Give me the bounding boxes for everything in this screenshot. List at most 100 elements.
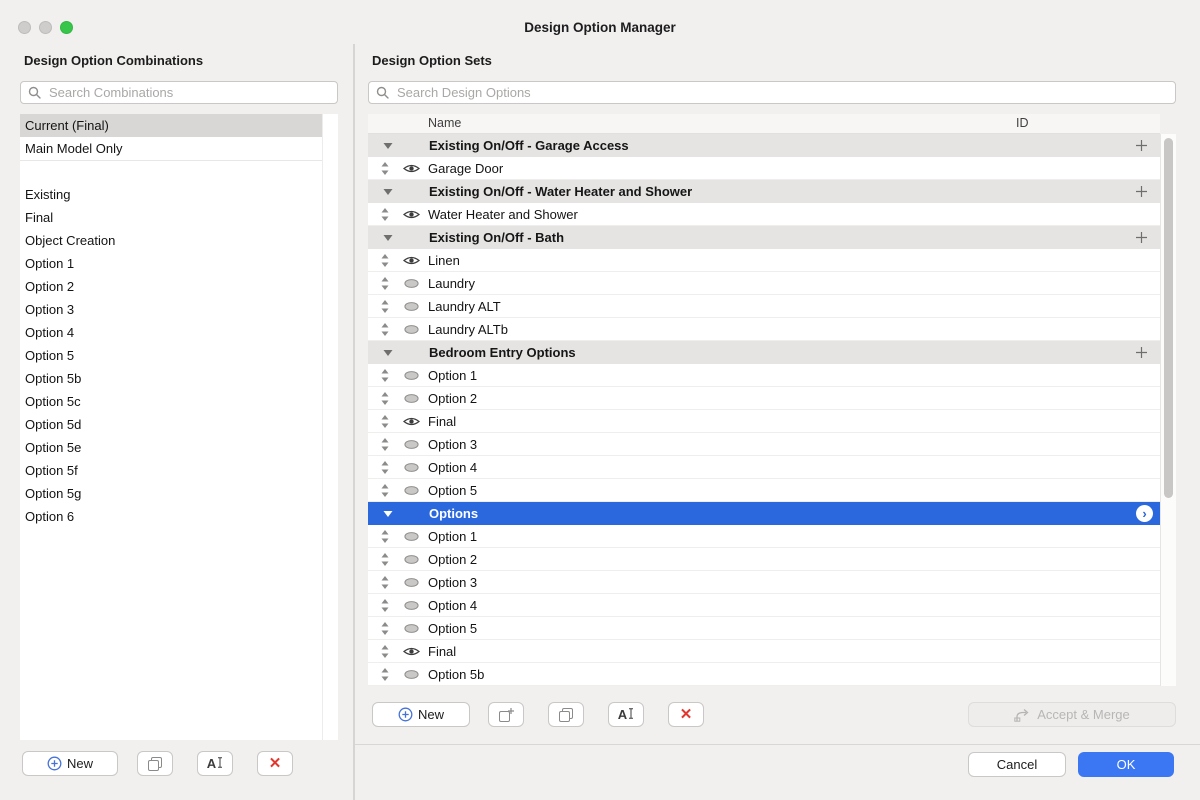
reorder-handle-icon[interactable]	[381, 392, 389, 405]
duplicate-combination-button[interactable]	[137, 751, 173, 776]
eye-hidden-icon[interactable]	[403, 393, 420, 404]
delete-option-button[interactable]: ✕	[668, 702, 704, 727]
disclosure-triangle-icon[interactable]	[383, 510, 393, 518]
new-option-button[interactable]	[488, 702, 524, 727]
design-options-search-input[interactable]	[395, 84, 1168, 101]
reorder-handle-icon[interactable]	[381, 208, 389, 221]
reorder-handle-icon[interactable]	[381, 645, 389, 658]
combinations-search[interactable]	[20, 81, 338, 104]
eye-hidden-icon[interactable]	[403, 278, 420, 289]
reorder-handle-icon[interactable]	[381, 277, 389, 290]
cancel-button[interactable]: Cancel	[968, 752, 1066, 777]
design-option-row[interactable]: Option 1	[368, 364, 1160, 387]
sets-scrollbar-track[interactable]	[1160, 134, 1176, 686]
reorder-handle-icon[interactable]	[381, 461, 389, 474]
reorder-handle-icon[interactable]	[381, 323, 389, 336]
add-option-button[interactable]	[1135, 185, 1148, 198]
reorder-handle-icon[interactable]	[381, 415, 389, 428]
add-option-button[interactable]	[1135, 346, 1148, 359]
column-header-id[interactable]: ID	[1016, 116, 1029, 130]
combination-list-item[interactable]: Object Creation	[20, 229, 322, 252]
combinations-search-input[interactable]	[47, 84, 330, 101]
new-combination-button[interactable]: New	[22, 751, 118, 776]
eye-hidden-icon[interactable]	[403, 531, 420, 542]
new-option-set-button[interactable]: New	[372, 702, 470, 727]
reorder-handle-icon[interactable]	[381, 254, 389, 267]
accept-merge-button[interactable]: Accept & Merge	[968, 702, 1176, 727]
column-header-name[interactable]: Name	[428, 116, 461, 130]
option-set-group-row[interactable]: Bedroom Entry Options	[368, 341, 1160, 364]
eye-hidden-icon[interactable]	[403, 485, 420, 496]
design-option-row[interactable]: Laundry	[368, 272, 1160, 295]
disclosure-triangle-icon[interactable]	[383, 349, 393, 357]
rename-combination-button[interactable]: A	[197, 751, 233, 776]
design-option-row[interactable]: Garage Door	[368, 157, 1160, 180]
combinations-scrollbar-track[interactable]	[322, 114, 338, 740]
eye-hidden-icon[interactable]	[403, 370, 420, 381]
eye-hidden-icon[interactable]	[403, 669, 420, 680]
eye-visible-icon[interactable]	[403, 416, 420, 427]
design-option-row[interactable]: Option 4	[368, 456, 1160, 479]
eye-hidden-icon[interactable]	[403, 600, 420, 611]
design-option-row[interactable]: Laundry ALT	[368, 295, 1160, 318]
add-option-button[interactable]	[1135, 139, 1148, 152]
combination-list-item[interactable]: Option 5b	[20, 367, 322, 390]
eye-visible-icon[interactable]	[403, 209, 420, 220]
reorder-handle-icon[interactable]	[381, 530, 389, 543]
design-option-row[interactable]: Final	[368, 640, 1160, 663]
add-option-button[interactable]	[1135, 231, 1148, 244]
reorder-handle-icon[interactable]	[381, 553, 389, 566]
reorder-handle-icon[interactable]	[381, 162, 389, 175]
combination-list-item[interactable]: Option 5f	[20, 459, 322, 482]
design-option-row[interactable]: Option 3	[368, 571, 1160, 594]
option-set-group-row[interactable]: Existing On/Off - Garage Access	[368, 134, 1160, 157]
reorder-handle-icon[interactable]	[381, 438, 389, 451]
rename-option-button[interactable]: A	[608, 702, 644, 727]
combination-list-item[interactable]: Existing	[20, 183, 322, 206]
design-option-row[interactable]: Option 1	[368, 525, 1160, 548]
option-set-group-row[interactable]: Options›	[368, 502, 1160, 525]
eye-hidden-icon[interactable]	[403, 554, 420, 565]
reorder-handle-icon[interactable]	[381, 622, 389, 635]
combination-list-item[interactable]: Final	[20, 206, 322, 229]
option-set-group-row[interactable]: Existing On/Off - Water Heater and Showe…	[368, 180, 1160, 203]
design-option-row[interactable]: Option 2	[368, 548, 1160, 571]
duplicate-option-button[interactable]	[548, 702, 584, 727]
design-option-row[interactable]: Linen	[368, 249, 1160, 272]
eye-hidden-icon[interactable]	[403, 577, 420, 588]
ok-button[interactable]: OK	[1078, 752, 1174, 777]
combination-list-item[interactable]: Option 2	[20, 275, 322, 298]
disclosure-triangle-icon[interactable]	[383, 188, 393, 196]
design-option-row[interactable]: Water Heater and Shower	[368, 203, 1160, 226]
combination-list-item[interactable]: Option 1	[20, 252, 322, 275]
design-option-row[interactable]: Final	[368, 410, 1160, 433]
reorder-handle-icon[interactable]	[381, 668, 389, 681]
combination-list-item[interactable]: Option 5d	[20, 413, 322, 436]
combination-list-item[interactable]: Option 6	[20, 505, 322, 528]
design-option-row[interactable]: Option 4	[368, 594, 1160, 617]
design-option-row[interactable]: Option 5	[368, 479, 1160, 502]
disclosure-triangle-icon[interactable]	[383, 234, 393, 242]
eye-hidden-icon[interactable]	[403, 324, 420, 335]
reorder-handle-icon[interactable]	[381, 300, 389, 313]
design-option-row[interactable]: Laundry ALTb	[368, 318, 1160, 341]
reorder-handle-icon[interactable]	[381, 576, 389, 589]
combination-list-item[interactable]: Option 5e	[20, 436, 322, 459]
reorder-handle-icon[interactable]	[381, 599, 389, 612]
combination-list-item[interactable]: Option 5c	[20, 390, 322, 413]
design-option-row[interactable]: Option 5	[368, 617, 1160, 640]
combination-list-item[interactable]: Main Model Only	[20, 137, 322, 160]
option-set-group-row[interactable]: Existing On/Off - Bath	[368, 226, 1160, 249]
disclosure-triangle-icon[interactable]	[383, 142, 393, 150]
eye-hidden-icon[interactable]	[403, 301, 420, 312]
design-option-row[interactable]: Option 2	[368, 387, 1160, 410]
reorder-handle-icon[interactable]	[381, 484, 389, 497]
eye-visible-icon[interactable]	[403, 163, 420, 174]
combination-list-item[interactable]: Option 5g	[20, 482, 322, 505]
combination-list-item[interactable]: Current (Final)	[20, 114, 322, 137]
reorder-handle-icon[interactable]	[381, 369, 389, 382]
combination-list-item[interactable]: Option 4	[20, 321, 322, 344]
delete-combination-button[interactable]: ✕	[257, 751, 293, 776]
combination-list-item[interactable]: Option 5	[20, 344, 322, 367]
eye-hidden-icon[interactable]	[403, 462, 420, 473]
